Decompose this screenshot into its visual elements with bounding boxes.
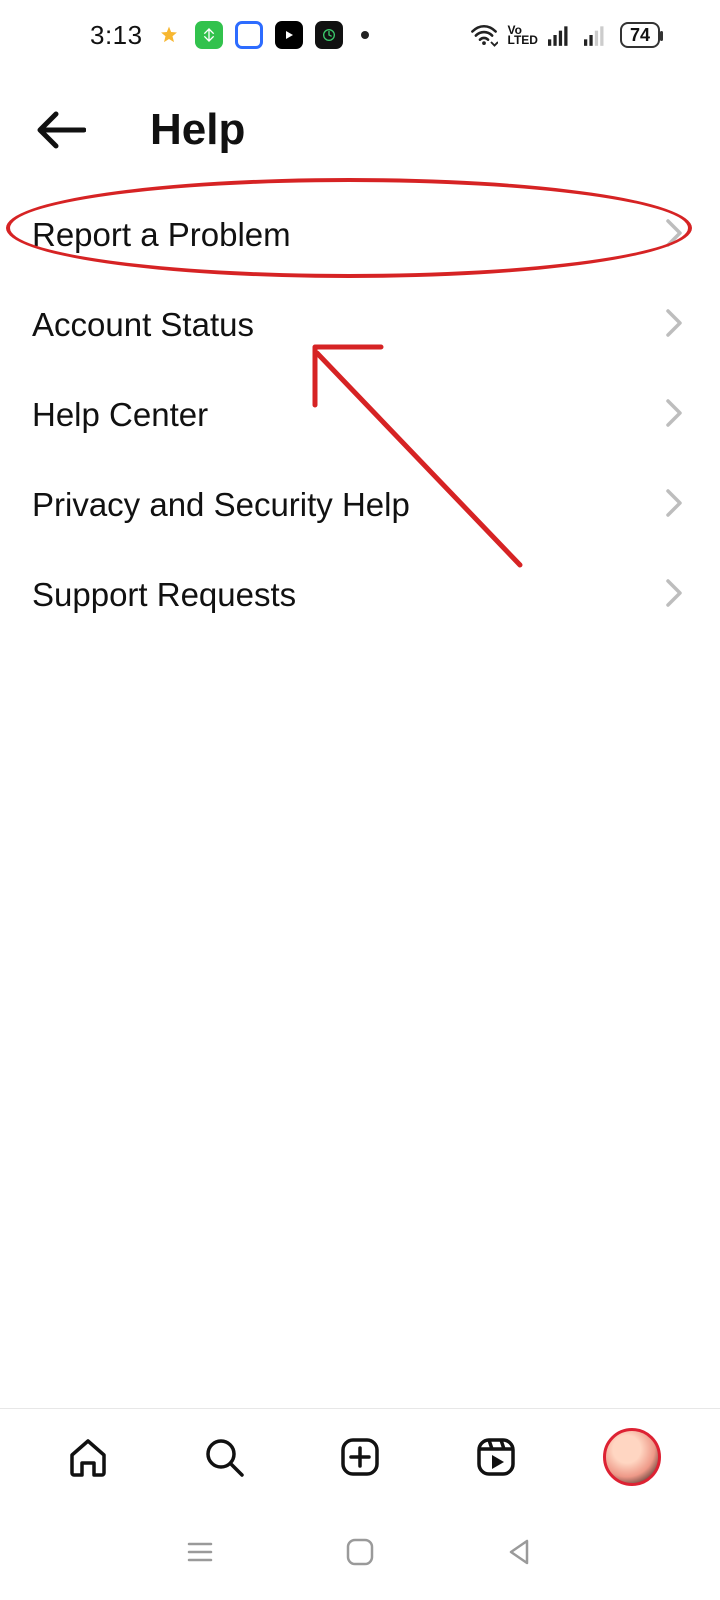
sys-home-button[interactable] [330,1522,390,1582]
page-header: Help [0,90,720,170]
menu-lines-icon [183,1535,217,1569]
volte-indicator: Vo LTED [508,25,538,45]
menu-item-label: Support Requests [32,576,296,614]
search-icon [200,1433,248,1481]
back-button[interactable] [30,100,90,160]
sys-back-button[interactable] [490,1522,550,1582]
sys-recent-button[interactable] [170,1522,230,1582]
status-left: 3:13 [90,20,369,51]
rounded-square-icon [343,1535,377,1569]
home-icon [64,1433,112,1481]
triangle-left-icon [503,1535,537,1569]
notif-more-dot-icon [361,31,369,39]
chevron-right-icon [664,218,684,253]
notif-play-icon [275,21,303,49]
status-time: 3:13 [90,20,143,51]
plus-square-icon [336,1433,384,1481]
menu-item-report-a-problem[interactable]: Report a Problem [0,190,720,280]
arrow-left-icon [34,110,86,150]
avatar [603,1428,661,1486]
page-title: Help [150,105,245,155]
wifi-icon [470,23,498,47]
menu-item-account-status[interactable]: Account Status [0,280,720,370]
menu-item-help-center[interactable]: Help Center [0,370,720,460]
nav-reels-button[interactable] [460,1421,532,1493]
menu-item-label: Privacy and Security Help [32,486,410,524]
notif-blue-square-icon [235,21,263,49]
nav-profile-button[interactable] [596,1421,668,1493]
help-menu-list: Report a Problem Account Status Help Cen… [0,190,720,640]
menu-item-privacy-and-security-help[interactable]: Privacy and Security Help [0,460,720,550]
notif-dark-icon [315,21,343,49]
menu-item-label: Help Center [32,396,208,434]
nav-home-button[interactable] [52,1421,124,1493]
nav-create-button[interactable] [324,1421,396,1493]
chevron-right-icon [664,398,684,433]
chevron-right-icon [664,488,684,523]
battery-indicator: 74 [620,22,660,48]
volte-bottom: LTED [508,35,538,45]
chevron-right-icon [664,578,684,613]
menu-item-support-requests[interactable]: Support Requests [0,550,720,640]
menu-item-label: Report a Problem [32,216,291,254]
nav-search-button[interactable] [188,1421,260,1493]
status-right: Vo LTED 74 [470,22,660,48]
bottom-nav [0,1408,720,1504]
notif-star-icon [155,21,183,49]
signal-bars-2-icon [584,24,610,46]
system-nav [0,1504,720,1600]
menu-item-label: Account Status [32,306,254,344]
notif-green-icon [195,21,223,49]
chevron-right-icon [664,308,684,343]
reels-icon [472,1433,520,1481]
battery-value: 74 [630,25,650,46]
screen: 3:13 Vo LTED [0,0,720,1600]
status-bar: 3:13 Vo LTED [0,0,720,70]
signal-bars-1-icon [548,24,574,46]
